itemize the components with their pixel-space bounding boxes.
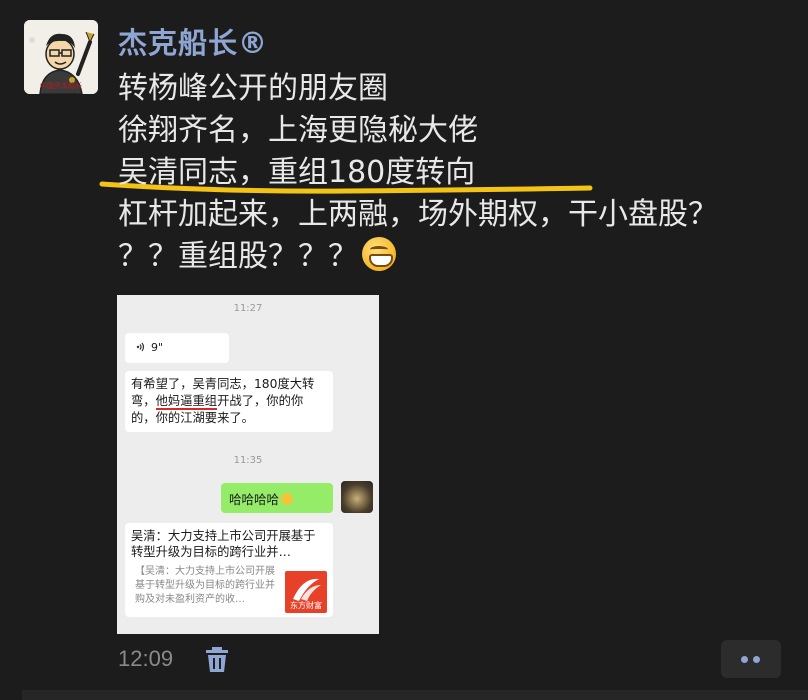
comment-area-edge bbox=[22, 690, 808, 700]
trash-icon[interactable] bbox=[204, 645, 230, 673]
moments-post: 中国资本船长 杰克船长® 转杨峰公开的朋友圈 徐翔齐名，上海更隐秘大佬 吴清同志… bbox=[0, 0, 808, 700]
post-line-3: 吴清同志，重组180度转向 bbox=[118, 155, 476, 190]
username[interactable]: 杰克船长® bbox=[118, 20, 268, 62]
reply-text: 哈哈哈哈 bbox=[229, 492, 280, 507]
post-line-1: 转杨峰公开的朋友圈 bbox=[118, 71, 388, 106]
text-message-bubble: 有希望了，吴青同志，180度大转弯，他妈逼重组开战了，你的你的，你的江湖要来了。 bbox=[125, 371, 333, 432]
voice-wave-icon bbox=[136, 342, 145, 352]
chat-screenshot-image[interactable]: 11:27 9" 有希望了，吴青同志，180度大转弯，他妈逼重组开战了，你的你的… bbox=[117, 295, 379, 634]
link-card: 吴清：大力支持上市公司开展基于转型升级为目标的跨行业并… 【吴清：大力支持上市公… bbox=[125, 523, 333, 617]
chat-timestamp-2: 11:35 bbox=[233, 455, 263, 466]
more-options-button[interactable] bbox=[721, 640, 781, 678]
reply-bubble: 哈哈哈哈 bbox=[221, 483, 333, 513]
msg1-underlined: 他妈逼重组 bbox=[155, 394, 218, 410]
avatar[interactable]: 中国资本船长 bbox=[24, 20, 98, 94]
voice-message-bubble: 9" bbox=[125, 333, 229, 363]
chat-timestamp-1: 11:27 bbox=[233, 303, 263, 314]
avatar-caption: 中国资本船长 bbox=[40, 82, 82, 90]
link-description: 【吴清：大力支持上市公司开展基于转型升级为目标的跨行业并购及对未盈利资产的收… bbox=[135, 566, 275, 605]
laugh-emoji-icon bbox=[281, 493, 294, 505]
grinning-face-emoji-icon bbox=[362, 237, 396, 271]
post-line-4: 杠杆加起来，上两融，场外期权，干小盘股？ bbox=[118, 197, 718, 232]
eastmoney-logo-icon: 东方财富 bbox=[285, 571, 327, 613]
post-time: 12:09 bbox=[118, 646, 174, 671]
sender-avatar bbox=[341, 481, 373, 513]
post-line-5: ？？重组股？？？ bbox=[118, 236, 798, 278]
post-line-2: 徐翔齐名，上海更隐秘大佬 bbox=[118, 113, 478, 148]
post-line-5-text: ？？重组股？？？ bbox=[118, 239, 358, 274]
logo-text: 东方财富 bbox=[290, 601, 322, 610]
voice-duration: 9" bbox=[151, 341, 164, 354]
post-text: 转杨峰公开的朋友圈 徐翔齐名，上海更隐秘大佬 吴清同志，重组180度转向 杠杆加… bbox=[118, 68, 798, 278]
link-title: 吴清：大力支持上市公司开展基于转型升级为目标的跨行业并… bbox=[131, 529, 316, 559]
